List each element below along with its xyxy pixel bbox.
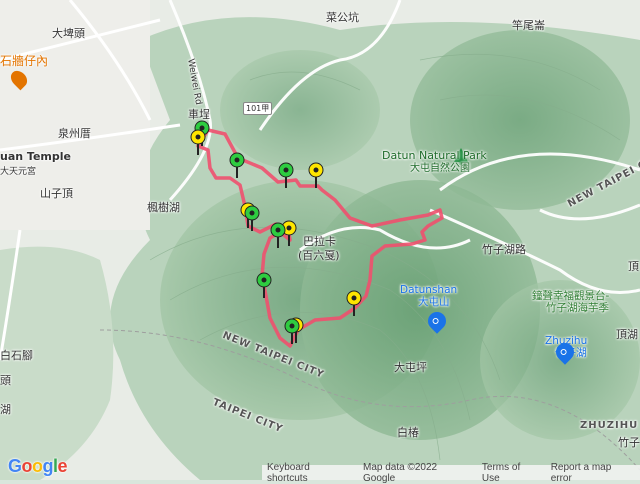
label-datunshan-zh: 大屯山: [418, 296, 450, 308]
label-zhuzihu-rd: 竹子湖路: [482, 243, 526, 256]
label-fengshuhu: 楓樹湖: [147, 201, 180, 214]
label-uan-temple: uan Temple: [0, 150, 71, 163]
label-baiyi: 白椿: [397, 426, 419, 439]
label-zhongsheng-1[interactable]: 鐘聲幸福觀景台-: [532, 290, 609, 302]
label-datunping: 大屯坪: [394, 361, 427, 374]
label-datianyuan: 大天元宮: [0, 167, 37, 177]
label-datun-park-zh: 大屯自然公園: [410, 163, 470, 174]
label-shiqiangzaine[interactable]: 石牆仔內: [0, 52, 48, 69]
google-logo: Google: [8, 456, 68, 476]
keyboard-shortcuts-link[interactable]: Keyboard shortcuts: [262, 462, 358, 484]
label-ding: 頂湖: [616, 328, 638, 341]
label-zhuzihu-caps: ZHUZIHU: [580, 420, 639, 431]
terms-link[interactable]: Terms of Use: [477, 462, 546, 484]
label-ganweijue: 竿尾崙: [512, 19, 545, 32]
map-footer: Keyboard shortcuts Map data ©2022 Google…: [262, 462, 640, 484]
road-shield-101: 101甲: [243, 102, 273, 115]
label-ding-2: 頂: [628, 260, 639, 273]
label-datunshan-en[interactable]: Datunshan: [400, 284, 457, 296]
label-zhuzi: 竹子: [618, 436, 640, 449]
label-quanzhoucuo: 泉州厝: [58, 127, 91, 140]
label-dapitou: 大埤頭: [52, 27, 85, 40]
map-data-attribution: Map data ©2022 Google: [363, 461, 438, 484]
label-tou: 頭: [0, 374, 11, 387]
label-datun-park-en[interactable]: Datun Natural Park: [382, 150, 487, 162]
label-cheting: 車埕: [188, 108, 210, 121]
label-shanzidig: 山子頂: [40, 187, 73, 200]
label-hu: 湖: [0, 403, 11, 416]
report-error-link[interactable]: Report a map error: [546, 462, 640, 484]
label-caigongkeng: 菜公坑: [326, 11, 359, 24]
label-zhongsheng-2: 竹子湖海芋季: [546, 302, 609, 314]
label-baishijiao: 白石腳: [0, 349, 33, 362]
label-balaka-sub: (百六戛): [298, 249, 340, 262]
